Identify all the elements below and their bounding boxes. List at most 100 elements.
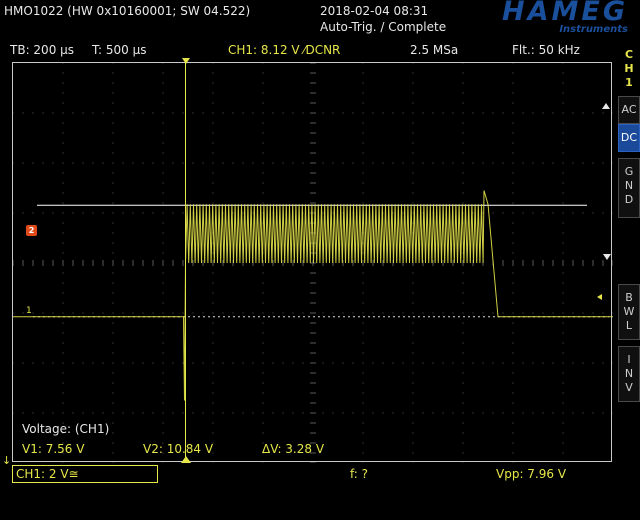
grid-dot <box>172 162 174 164</box>
grid-dot <box>562 212 564 214</box>
grid-dot <box>262 352 264 354</box>
grid-dot <box>212 292 214 294</box>
grid-dot <box>212 382 214 384</box>
grid-dot <box>62 92 64 94</box>
grid-dot <box>462 312 464 314</box>
grid-dot <box>232 412 234 414</box>
grid-dot <box>22 112 24 114</box>
grid-dot <box>202 312 204 314</box>
grid-dot <box>542 412 544 414</box>
scope-display[interactable] <box>12 62 613 463</box>
grid-dot <box>612 162 613 164</box>
bandwidth-limit-button[interactable]: B W L <box>618 284 640 340</box>
grid-dot <box>362 312 364 314</box>
grid-dot <box>612 412 613 414</box>
ch1-ground-marker[interactable]: 1 <box>26 306 32 316</box>
grid-dot <box>272 162 274 164</box>
trigger-time[interactable]: T: 500 µs <box>92 43 146 57</box>
filter-setting[interactable]: Flt.: 50 kHz <box>512 43 580 57</box>
grid-dot <box>262 72 264 74</box>
grid-dot <box>142 412 144 414</box>
grid-dot <box>42 362 44 364</box>
grid-dot <box>512 282 514 284</box>
grid-dot <box>202 362 204 364</box>
grid-dot <box>532 212 534 214</box>
grid-dot <box>412 342 414 344</box>
grid-dot <box>322 112 324 114</box>
grid-dot <box>252 112 254 114</box>
grid-dot <box>592 412 594 414</box>
coupling-gnd-button[interactable]: G N D <box>618 158 640 218</box>
grid-dot <box>562 72 564 74</box>
grid-dot <box>212 372 214 374</box>
grid-dot <box>602 162 604 164</box>
grid-dot <box>512 252 514 254</box>
grid-dot <box>72 362 74 364</box>
grid-dot <box>512 202 514 204</box>
grid-dot <box>142 212 144 214</box>
grid-dot <box>112 352 114 354</box>
grid-dot <box>432 362 434 364</box>
grid-dot <box>302 312 304 314</box>
scroll-down-icon[interactable] <box>603 254 611 260</box>
grid-dot <box>152 412 154 414</box>
grid-dot <box>112 442 114 444</box>
grid-dot <box>212 252 214 254</box>
grid-dot <box>362 432 364 434</box>
grid-dot <box>232 112 234 114</box>
cursor-position-marker[interactable] <box>181 456 191 463</box>
grid-dot <box>512 92 514 94</box>
grid-dot <box>602 112 604 114</box>
grid-dot <box>62 252 64 254</box>
timebase[interactable]: TB: 200 µs <box>10 43 74 57</box>
grid-dot <box>112 362 114 364</box>
grid-dot <box>462 92 464 94</box>
grid-dot <box>13 412 14 414</box>
grid-dot <box>362 182 364 184</box>
cursor-delta-v: ΔV: 3.28 V <box>262 442 325 456</box>
grid-dot <box>162 222 164 224</box>
grid-dot <box>212 162 214 164</box>
grid-dot <box>262 372 264 374</box>
grid-dot <box>282 162 284 164</box>
grid-dot <box>512 272 514 274</box>
grid-dot <box>112 342 114 344</box>
grid-dot <box>292 162 294 164</box>
grid-dot <box>132 162 134 164</box>
ch1-scale-box[interactable]: CH1: 2 V≅ <box>12 465 158 483</box>
grid-dot <box>402 212 404 214</box>
grid-dot <box>462 82 464 84</box>
grid-dot <box>562 142 564 144</box>
grid-dot <box>162 342 164 344</box>
grid-dot <box>562 442 564 444</box>
grid-dot <box>392 312 394 314</box>
coupling-ac-button[interactable]: AC <box>618 96 640 124</box>
channel-info[interactable]: CH1: 8.12 V ⁄DCNR <box>228 43 340 57</box>
grid-dot <box>512 352 514 354</box>
invert-button[interactable]: I N V <box>618 346 640 402</box>
grid-dot <box>412 172 414 174</box>
grid-dot <box>412 372 414 374</box>
grid-dot <box>362 272 364 274</box>
trigger-level-flag[interactable]: 2 <box>26 225 37 236</box>
grid-dot <box>412 82 414 84</box>
coupling-dc-button[interactable]: DC <box>618 124 640 152</box>
scroll-up-icon[interactable] <box>602 103 610 109</box>
grid-dot <box>102 112 104 114</box>
grid-dot <box>13 362 14 364</box>
grid-dot <box>512 132 514 134</box>
grid-dot <box>362 442 364 444</box>
grid-dot <box>372 362 374 364</box>
trigger-position-marker[interactable] <box>182 58 190 64</box>
grid-dot <box>532 112 534 114</box>
grid-dot <box>472 412 474 414</box>
grid-dot <box>522 412 524 414</box>
grid-dot <box>362 332 364 334</box>
grid-dot <box>212 92 214 94</box>
grid-dot <box>362 92 364 94</box>
grid-dot <box>442 162 444 164</box>
grid-dot <box>412 63 414 64</box>
grid-dot <box>212 312 214 314</box>
grid-dot <box>62 312 64 314</box>
grid-dot <box>582 312 584 314</box>
